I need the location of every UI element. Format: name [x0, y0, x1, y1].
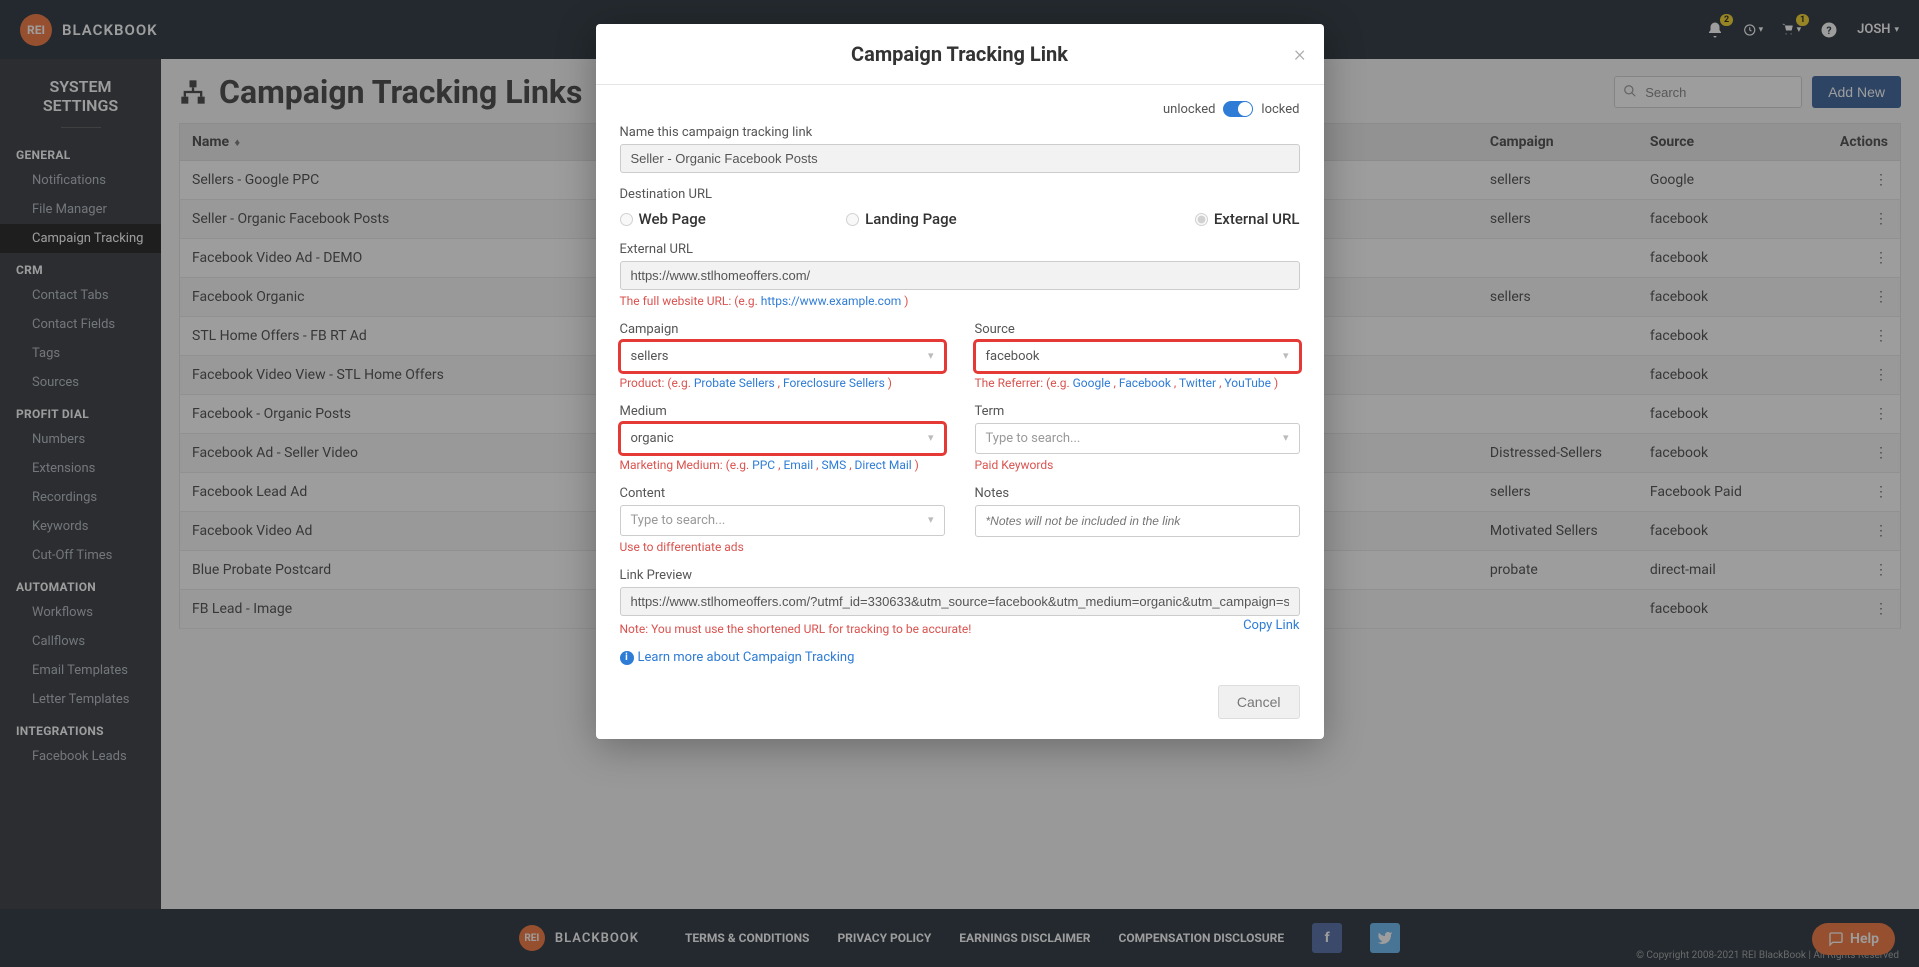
url-hint-link[interactable]: https://www.example.com: [761, 294, 902, 308]
campaign-label: Campaign: [620, 322, 945, 337]
preview-label: Link Preview: [620, 568, 1300, 583]
unlocked-label: unlocked: [1163, 102, 1215, 117]
campaign-select[interactable]: sellers: [620, 341, 945, 372]
close-icon[interactable]: ×: [1294, 42, 1306, 67]
url-hint: The full website URL: (e.g. https://www.…: [620, 294, 1300, 308]
preview-input[interactable]: [620, 587, 1300, 616]
locked-label: locked: [1261, 102, 1299, 117]
radio-landing-page[interactable]: Landing Page: [846, 210, 1073, 228]
external-url-label: External URL: [620, 242, 1300, 257]
modal-header: Campaign Tracking Link ×: [596, 24, 1324, 85]
content-hint: Use to differentiate ads: [620, 540, 945, 554]
notes-label: Notes: [975, 486, 1300, 501]
campaign-hint: Product: (e.g. Probate Sellers , Foreclo…: [620, 376, 945, 390]
source-label: Source: [975, 322, 1300, 337]
lock-toggle-row: unlocked locked: [620, 101, 1300, 117]
cancel-button[interactable]: Cancel: [1218, 685, 1300, 719]
term-select[interactable]: Type to search...: [975, 423, 1300, 454]
info-icon: i: [620, 651, 634, 665]
radio-web-page[interactable]: Web Page: [620, 210, 847, 228]
term-hint: Paid Keywords: [975, 458, 1300, 472]
medium-label: Medium: [620, 404, 945, 419]
medium-select[interactable]: organic: [620, 423, 945, 454]
copy-link-button[interactable]: Copy Link: [1243, 618, 1299, 633]
term-label: Term: [975, 404, 1300, 419]
name-input[interactable]: [620, 144, 1300, 173]
preview-hint: Note: You must use the shortened URL for…: [620, 622, 972, 636]
source-select[interactable]: facebook: [975, 341, 1300, 372]
lock-toggle[interactable]: [1223, 101, 1253, 117]
notes-input[interactable]: [975, 505, 1300, 537]
modal-title: Campaign Tracking Link: [616, 42, 1304, 66]
modal: Campaign Tracking Link × unlocked locked…: [596, 24, 1324, 739]
external-url-input[interactable]: [620, 261, 1300, 290]
medium-hint: Marketing Medium: (e.g. PPC , Email , SM…: [620, 458, 945, 472]
radio-external-url[interactable]: External URL: [1073, 210, 1300, 228]
dest-url-label: Destination URL: [620, 187, 1300, 202]
content-select[interactable]: Type to search...: [620, 505, 945, 536]
learn-more-link[interactable]: i Learn more about Campaign Tracking: [620, 650, 1300, 665]
content-label: Content: [620, 486, 945, 501]
name-label: Name this campaign tracking link: [620, 125, 1300, 140]
source-hint: The Referrer: (e.g. Google , Facebook , …: [975, 376, 1300, 390]
